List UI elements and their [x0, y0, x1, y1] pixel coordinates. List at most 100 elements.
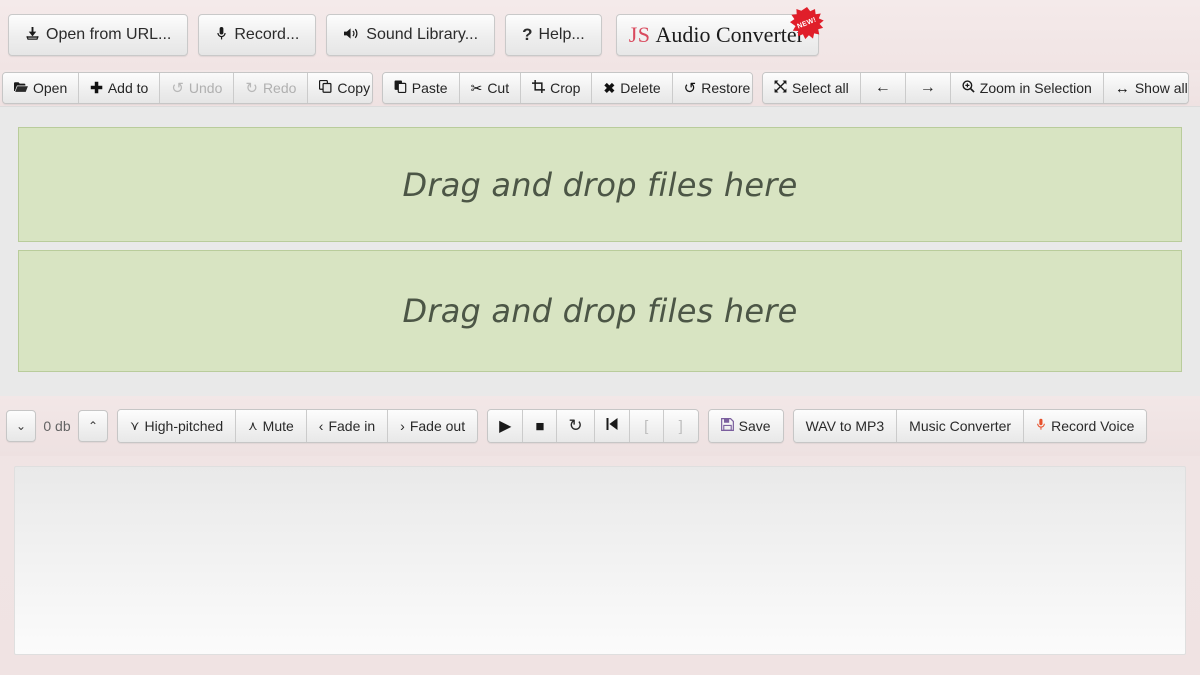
gain-value: 0 db	[43, 418, 71, 434]
undo-button[interactable]: ↺ Undo	[160, 73, 235, 103]
track-2-dropzone[interactable]: Drag and drop files here	[18, 250, 1182, 372]
redo-button[interactable]: ↻ Redo	[234, 73, 309, 103]
transport-group: ▶ ■ ↻ [ ]	[487, 409, 699, 443]
app-logo[interactable]: JS Audio Converter NEW!	[615, 7, 824, 56]
button-label: Restore	[701, 80, 751, 96]
restore-arrow-icon: ↺	[683, 80, 697, 97]
download-icon	[25, 26, 40, 45]
logo-title-text: Audio Converter	[655, 22, 804, 47]
button-label: Delete	[620, 80, 661, 96]
lower-content-panel	[14, 466, 1186, 655]
selection-group: Select all ← → Zoom in Selection ↔ Show …	[761, 72, 1189, 104]
redo-arrow-icon: ↻	[245, 80, 258, 97]
gain-stepper: ⌄ 0 db ⌃	[6, 410, 108, 442]
microphone-red-icon	[1036, 418, 1046, 434]
paste-button[interactable]: Paste	[382, 73, 460, 103]
skip-to-start-button[interactable]	[594, 410, 630, 442]
save-group: Save	[707, 409, 784, 443]
dropzone-placeholder: Drag and drop files here	[402, 292, 798, 330]
button-label: Fade in	[328, 418, 376, 434]
button-label: Open from URL...	[46, 26, 172, 43]
folder-open-icon	[14, 81, 28, 96]
high-pitched-button[interactable]: ⋎ High-pitched	[118, 410, 237, 442]
effects-group: ⋎ High-pitched ⋏ Mute ‹ Fade in › Fade o…	[117, 409, 479, 443]
play-button[interactable]: ▶	[488, 410, 524, 442]
open-button[interactable]: Open	[3, 73, 80, 103]
restore-button[interactable]: ↺ Restore	[672, 73, 752, 103]
chevron-left-icon: ‹	[318, 418, 324, 434]
button-label: Undo	[188, 80, 223, 96]
button-label: Save	[738, 418, 771, 434]
sound-library-button[interactable]: Sound Library...	[326, 14, 496, 56]
question-mark-icon: ?	[522, 25, 533, 44]
mark-start-button[interactable]: [	[629, 410, 664, 442]
chevron-up-icon: ⌃	[87, 419, 99, 433]
move-right-button[interactable]: →	[905, 73, 951, 103]
dropzone-placeholder: Drag and drop files here	[402, 165, 798, 204]
button-label: WAV to MP3	[805, 418, 885, 434]
edit-group: Paste ✂ Cut Crop ✖ Delete ↺ Restore	[381, 72, 753, 104]
gain-increase-button[interactable]: ⌃	[78, 410, 108, 442]
cross-icon: ✖	[603, 79, 616, 96]
bracket-right-icon: ]	[678, 417, 683, 435]
cut-button[interactable]: ✂ Cut	[459, 73, 522, 103]
loop-icon: ↻	[568, 416, 583, 435]
record-voice-button[interactable]: Record Voice	[1024, 410, 1147, 442]
button-label: Mute	[262, 418, 294, 434]
crop-button[interactable]: Crop	[521, 73, 593, 103]
show-all-button[interactable]: ↔ Show all	[1103, 73, 1188, 103]
fade-in-button[interactable]: ‹ Fade in	[306, 410, 389, 442]
delete-button[interactable]: ✖ Delete	[592, 73, 673, 103]
floppy-disk-icon	[720, 418, 734, 434]
magnifier-plus-icon	[962, 80, 975, 96]
chevron-double-up-icon: ⋎	[130, 418, 140, 433]
bracket-left-icon: [	[644, 417, 649, 435]
wav-to-mp3-button[interactable]: WAV to MP3	[793, 410, 898, 442]
plus-icon: ✚	[90, 80, 103, 97]
bottom-toolbar: ⌄ 0 db ⌃ ⋎ High-pitched ⋏ Mute ‹ Fade in…	[0, 396, 1200, 456]
play-icon: ▶	[499, 418, 512, 435]
add-to-button[interactable]: ✚ Add to	[79, 73, 161, 103]
move-left-button[interactable]: ←	[860, 73, 906, 103]
button-label: Help...	[538, 26, 585, 43]
track-1-dropzone[interactable]: Drag and drop files here	[18, 127, 1182, 242]
open-from-url-button[interactable]: Open from URL...	[8, 14, 189, 56]
action-toolbar: Open ✚ Add to ↺ Undo ↻ Redo Copy Paste ✂…	[0, 70, 1200, 106]
button-label: Copy	[337, 80, 371, 96]
select-all-button[interactable]: Select all	[762, 73, 861, 103]
button-label: Show all	[1134, 80, 1188, 96]
paste-icon	[394, 80, 407, 96]
editor-panel: Drag and drop files here Drag and drop f…	[0, 106, 1200, 396]
button-label: Zoom in Selection	[979, 80, 1092, 96]
mark-end-button[interactable]: ]	[663, 410, 698, 442]
fade-out-button[interactable]: › Fade out	[388, 410, 478, 442]
button-label: Record...	[234, 26, 300, 43]
loop-button[interactable]: ↻	[557, 410, 595, 442]
track-divider	[18, 242, 1182, 250]
button-label: Add to	[107, 80, 149, 96]
button-label: Paste	[411, 80, 448, 96]
undo-arrow-icon: ↺	[171, 80, 184, 97]
chevron-double-down-icon: ⋏	[248, 418, 258, 433]
button-label: Select all	[791, 80, 849, 96]
zoom-in-selection-button[interactable]: Zoom in Selection	[950, 73, 1104, 103]
stop-button[interactable]: ■	[523, 410, 558, 442]
music-converter-button[interactable]: Music Converter	[897, 410, 1025, 442]
copy-button[interactable]: Copy	[308, 73, 372, 103]
logo-js-text: JS	[628, 22, 651, 47]
button-label: Music Converter	[909, 418, 1012, 434]
help-button[interactable]: ? Help...	[505, 14, 602, 56]
crop-icon	[532, 80, 546, 96]
record-button[interactable]: Record...	[198, 14, 317, 56]
chevron-right-icon: ›	[400, 418, 405, 434]
copy-icon	[319, 79, 332, 96]
gain-decrease-button[interactable]: ⌄	[6, 410, 36, 442]
button-label: Redo	[262, 80, 297, 96]
mute-button[interactable]: ⋏ Mute	[236, 410, 307, 442]
arrow-left-icon: ←	[874, 79, 891, 96]
external-links-group: WAV to MP3 Music Converter Record Voice	[792, 409, 1148, 443]
microphone-icon	[215, 26, 228, 45]
button-label: Fade out	[409, 418, 466, 434]
arrow-right-icon: →	[919, 79, 936, 96]
save-button[interactable]: Save	[708, 410, 783, 442]
